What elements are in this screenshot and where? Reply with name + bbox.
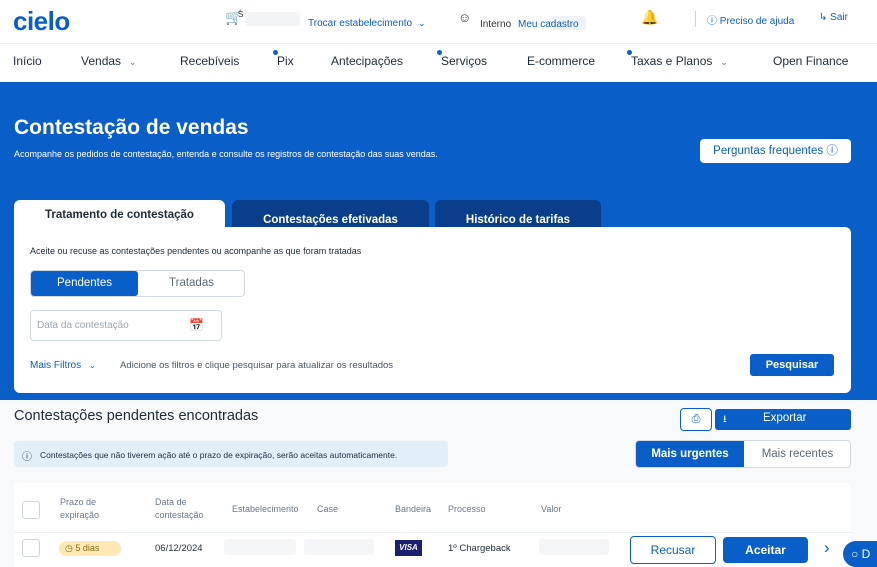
- nav-item-recebiveis[interactable]: Recebíveis: [180, 54, 239, 68]
- expiration-badge: ◷ 5 dias: [59, 541, 121, 556]
- page-subtitle: Acompanhe os pedidos de contestação, ent…: [14, 149, 438, 159]
- sort-segment: Mais urgentes Mais recentes: [635, 440, 851, 468]
- row-date: 06/12/2024: [155, 543, 203, 554]
- new-indicator: [627, 50, 632, 55]
- establishment-redacted: [224, 539, 296, 555]
- help-icon: ⓘ: [707, 16, 717, 27]
- nav-item-antecipacoes[interactable]: Antecipações: [331, 54, 403, 68]
- status-segment: Pendentes Tratadas: [30, 270, 245, 297]
- header-case: Case: [317, 504, 339, 514]
- case-redacted: [304, 539, 374, 555]
- disputes-table: Prazo de expiração Data de contestação E…: [14, 483, 851, 567]
- select-all-checkbox[interactable]: [22, 501, 40, 519]
- nav-item-pix[interactable]: Pix: [273, 50, 294, 68]
- chat-button[interactable]: ○ D: [843, 541, 877, 567]
- user-icon: ☺: [458, 10, 472, 25]
- chevron-down-icon: ⌄: [418, 18, 426, 28]
- nav-item-open-finance[interactable]: Open Finance: [773, 54, 848, 68]
- nav-item-servicos[interactable]: Serviços: [437, 50, 487, 68]
- main-nav: Início Vendas ⌄ Recebíveis Pix Antecipaçõ…: [0, 43, 877, 77]
- row-process: 1º Chargeback: [448, 543, 511, 554]
- user-role: Interno: [480, 19, 512, 30]
- chevron-down-icon: ⌄: [720, 57, 728, 67]
- header-brand: Bandeira: [395, 504, 432, 514]
- results-title: Contestações pendentes encontradas: [14, 408, 259, 424]
- header-value: Valor: [541, 504, 562, 514]
- row-checkbox[interactable]: [22, 539, 40, 557]
- more-filters-toggle[interactable]: Mais Filtros ⌄: [30, 360, 96, 371]
- nav-item-vendas[interactable]: Vendas ⌄: [81, 54, 137, 68]
- help-link[interactable]: ⓘ Preciso de ajuda: [707, 12, 794, 27]
- page-title: Contestação de vendas: [14, 116, 249, 139]
- header-date: Data de contestação: [155, 497, 204, 520]
- filter-description: Aceite ou recuse as contestações pendent…: [30, 246, 362, 256]
- clock-icon: ◷: [65, 543, 73, 553]
- header-establishment: Estabelecimento: [232, 504, 299, 514]
- my-account-link[interactable]: Meu cadastro: [518, 19, 579, 30]
- bell-icon[interactable]: 🔔: [641, 9, 658, 26]
- filter-card: Aceite ou recuse as contestações pendent…: [14, 227, 851, 393]
- print-button[interactable]: ⎙: [680, 408, 712, 431]
- pendentes-toggle[interactable]: Pendentes: [31, 271, 138, 296]
- reject-button[interactable]: Recusar: [630, 536, 716, 564]
- header-process: Processo: [448, 504, 486, 514]
- nav-item-inicio[interactable]: Início: [13, 54, 42, 68]
- sort-urgent[interactable]: Mais urgentes: [636, 441, 744, 467]
- nav-item-ecommerce[interactable]: E-commerce: [527, 54, 595, 68]
- accept-button[interactable]: Aceitar: [723, 537, 808, 563]
- calendar-icon[interactable]: 📅: [189, 318, 204, 332]
- date-field[interactable]: Data da contestação 📅: [30, 310, 222, 341]
- info-text: Contestações que não tiverem ação até o …: [40, 450, 398, 460]
- store-name-redacted: [245, 12, 300, 26]
- new-indicator: [437, 50, 442, 55]
- logout-icon: ↳: [819, 12, 828, 23]
- header-expiration: Prazo de expiração: [60, 497, 100, 520]
- nav-item-taxas[interactable]: Taxas e Planos ⌄: [627, 50, 728, 68]
- cielo-logo[interactable]: cielo: [13, 6, 70, 37]
- tratadas-toggle[interactable]: Tratadas: [138, 271, 244, 296]
- chevron-down-icon: ⌄: [129, 57, 137, 67]
- chevron-right-icon[interactable]: ›: [824, 538, 830, 558]
- date-placeholder: Data da contestação: [37, 320, 129, 331]
- search-button[interactable]: Pesquisar: [750, 354, 834, 376]
- print-icon: ⎙: [691, 413, 701, 425]
- chevron-down-icon: ⌄: [89, 361, 96, 370]
- faq-button[interactable]: Perguntas frequentes ⓘ: [700, 139, 851, 163]
- sort-recent[interactable]: Mais recentes: [744, 441, 850, 467]
- store-code: S: [238, 10, 244, 19]
- change-store-link[interactable]: Trocar estabelecimento ⌄: [308, 18, 426, 29]
- value-redacted: [539, 539, 609, 555]
- divider: [695, 11, 696, 27]
- logout-link[interactable]: ↳ Sair: [819, 12, 848, 23]
- chat-icon: ○: [851, 547, 859, 561]
- help-icon: ⓘ: [826, 145, 838, 157]
- top-bar: cielo 🛒 S Trocar estabelecimento ⌄ ☺ Inte…: [0, 0, 877, 38]
- divider: [14, 532, 851, 533]
- filters-hint: Adicione os filtros e clique pesquisar p…: [120, 360, 394, 371]
- info-banner: ⓘ Contestações que não tiverem ação até …: [14, 441, 448, 467]
- info-icon: ⓘ: [22, 452, 32, 463]
- new-indicator: [273, 50, 278, 55]
- export-button[interactable]: ⭳ Exportar: [715, 409, 851, 430]
- visa-logo: VISA: [395, 540, 422, 556]
- download-icon: ⭳: [723, 414, 727, 425]
